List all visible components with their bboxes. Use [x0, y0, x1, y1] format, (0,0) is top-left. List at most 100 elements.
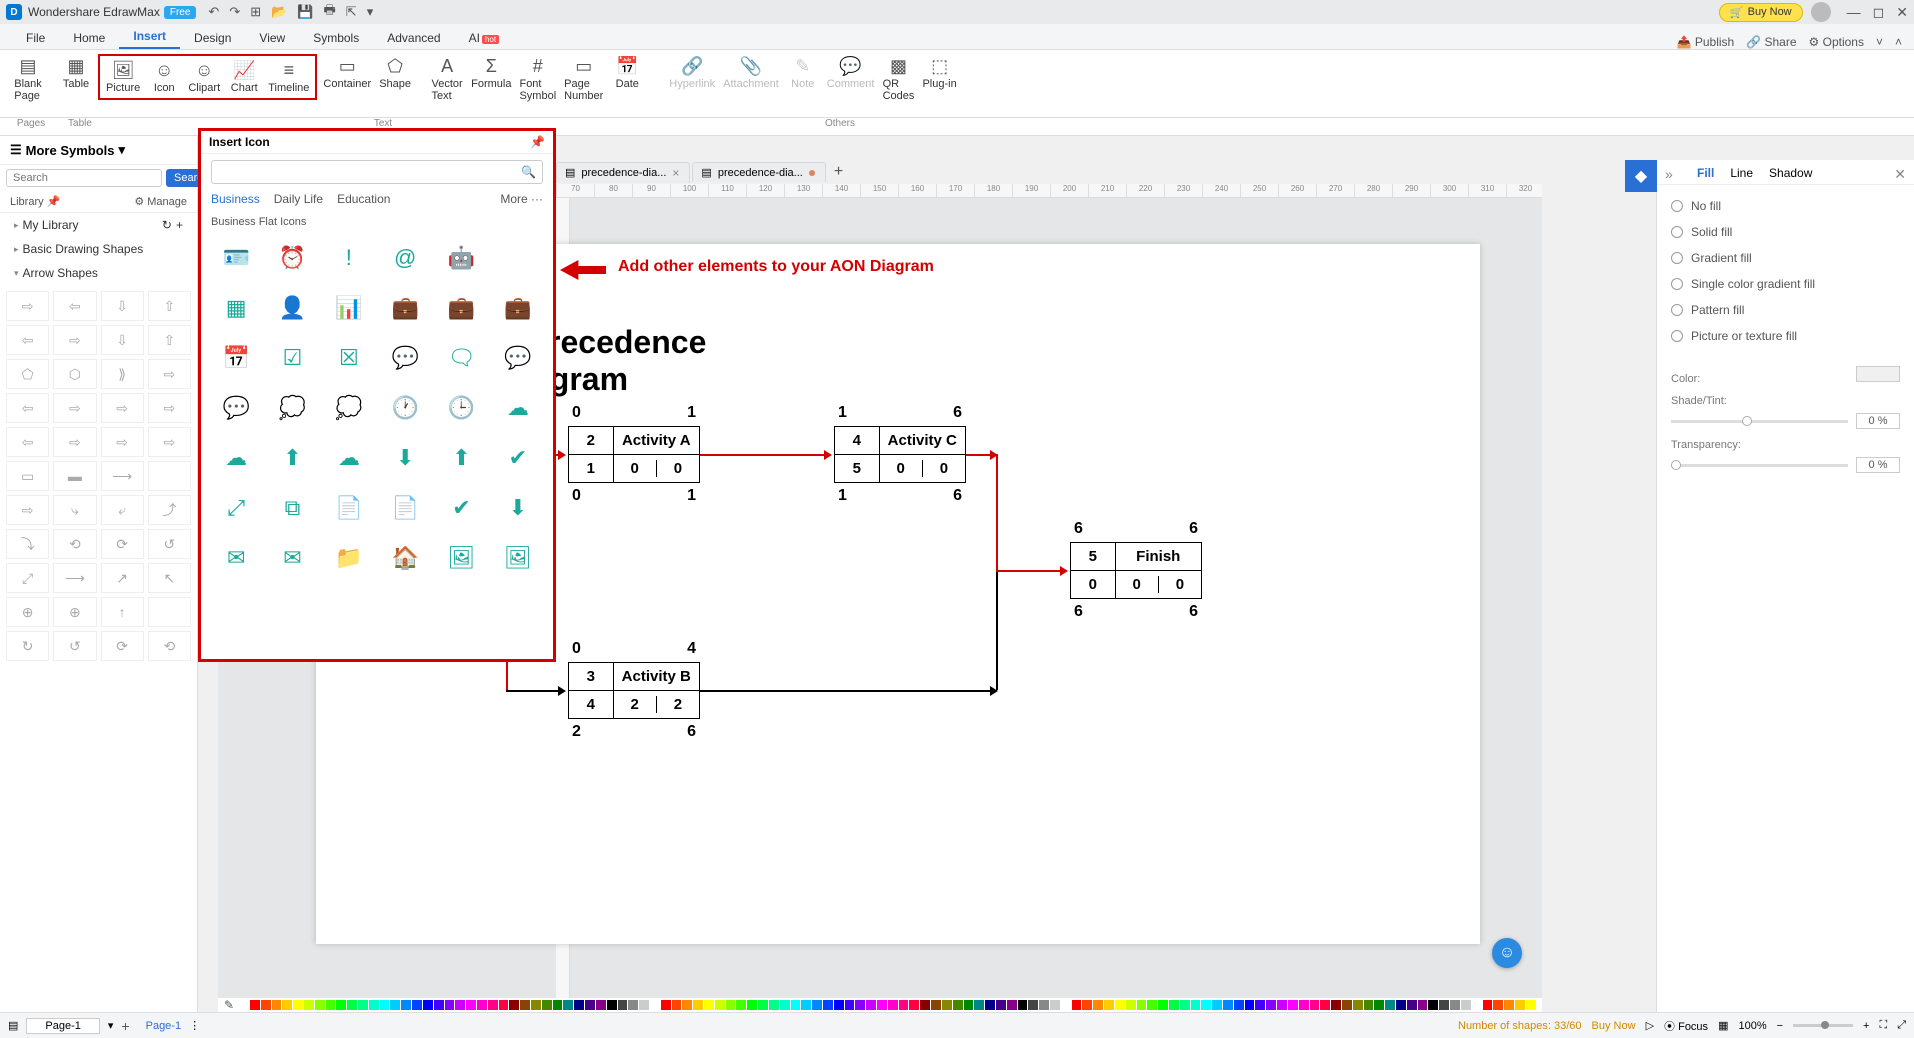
arrow-shape[interactable]: ↖ [148, 563, 191, 593]
arrow-shape[interactable] [148, 597, 191, 627]
arrow-shape[interactable]: ⟳ [101, 529, 144, 559]
color-swatch[interactable] [1093, 1000, 1103, 1010]
arrow-shape[interactable]: ⇨ [6, 291, 49, 321]
icon-cell[interactable]: 🖼 [493, 536, 543, 580]
icon-cell[interactable]: 💬 [380, 336, 430, 380]
icon-cell[interactable]: ✉ [267, 536, 317, 580]
icon-cell[interactable]: 💭 [267, 386, 317, 430]
color-swatch[interactable] [347, 1000, 357, 1010]
color-swatch[interactable] [693, 1000, 703, 1010]
color-swatch[interactable] [1007, 1000, 1017, 1010]
icon-cell[interactable]: 🕒 [436, 386, 486, 430]
tab-shadow[interactable]: Shadow [1769, 166, 1812, 180]
icon-cell[interactable]: ☁ [493, 386, 543, 430]
arrow-shape[interactable]: ⇩ [101, 325, 144, 355]
color-swatch[interactable] [1299, 1000, 1309, 1010]
color-swatch[interactable] [1039, 1000, 1049, 1010]
arrow-shape[interactable]: ⇦ [6, 427, 49, 457]
color-swatch[interactable] [1266, 1000, 1276, 1010]
color-swatch[interactable] [931, 1000, 941, 1010]
color-swatch[interactable] [974, 1000, 984, 1010]
menu-insert[interactable]: Insert [119, 25, 180, 49]
fill-opt-none[interactable]: No fill [1671, 193, 1900, 219]
color-swatch[interactable] [1169, 1000, 1179, 1010]
color-swatch[interactable] [1126, 1000, 1136, 1010]
color-swatch[interactable] [1277, 1000, 1287, 1010]
color-swatch[interactable] [336, 1000, 346, 1010]
icon-cell[interactable]: 💼 [380, 286, 430, 330]
fill-opt-pattern[interactable]: Pattern fill [1671, 297, 1900, 323]
color-swatch[interactable] [1374, 1000, 1384, 1010]
fill-opt-single-gradient[interactable]: Single color gradient fill [1671, 271, 1900, 297]
collapse-ribbon-icon[interactable]: ˅ [1876, 35, 1883, 49]
doc-tab-2[interactable]: ▤precedence-dia... [692, 162, 825, 182]
note-button[interactable]: ✎Note [783, 54, 823, 92]
arrow-shape[interactable]: ↗ [101, 563, 144, 593]
color-swatch[interactable] [715, 1000, 725, 1010]
arrow-shape[interactable]: ⇧ [148, 325, 191, 355]
icon-cell[interactable]: 📄 [324, 486, 374, 530]
arrow-shape[interactable]: ⇨ [53, 427, 96, 457]
color-swatch[interactable] [1050, 1000, 1060, 1010]
color-swatch[interactable] [845, 1000, 855, 1010]
focus-mode-button[interactable]: ⦿ Focus [1664, 1018, 1708, 1034]
menu-file[interactable]: File [12, 27, 59, 49]
basic-shapes-item[interactable]: ▸Basic Drawing Shapes [0, 237, 197, 261]
color-swatch[interactable] [1504, 1000, 1514, 1010]
transparency-slider[interactable] [1671, 464, 1848, 467]
fit-icon[interactable]: ▦ [1718, 1019, 1728, 1032]
arrow-shape[interactable]: ⟶ [53, 563, 96, 593]
date-button[interactable]: 📅Date [607, 54, 647, 92]
maximize-icon[interactable]: ◻ [1873, 4, 1885, 21]
arrow-shape[interactable]: ⟳ [101, 631, 144, 661]
icon-cell[interactable]: ⤢ [211, 486, 261, 530]
color-swatch[interactable] [574, 1000, 584, 1010]
add-tab-button[interactable]: + [834, 163, 843, 181]
color-swatch[interactable] [812, 1000, 822, 1010]
color-swatch[interactable] [953, 1000, 963, 1010]
redo-icon[interactable]: ↷ [229, 4, 240, 20]
icon-cell[interactable]: ! [324, 236, 374, 280]
color-swatch[interactable] [1439, 1000, 1449, 1010]
zoom-in-icon[interactable]: + [1863, 1020, 1869, 1032]
color-swatch[interactable] [758, 1000, 768, 1010]
color-swatch[interactable] [315, 1000, 325, 1010]
collapse-panel-icon[interactable]: » [1665, 166, 1673, 182]
arrow-shape[interactable]: ⇨ [101, 427, 144, 457]
color-swatch[interactable] [866, 1000, 876, 1010]
icon-cell[interactable]: 💼 [493, 286, 543, 330]
color-swatch[interactable] [1245, 1000, 1255, 1010]
icon-cell[interactable]: ⬆ [436, 436, 486, 480]
fill-tool-icon[interactable]: ◆ [1625, 160, 1657, 192]
icon-cell[interactable]: ⬇ [493, 486, 543, 530]
color-swatch[interactable] [1201, 1000, 1211, 1010]
color-swatch[interactable] [1472, 1000, 1482, 1010]
color-swatch[interactable] [553, 1000, 563, 1010]
icon-tab-dailylife[interactable]: Daily Life [274, 192, 323, 206]
arrow-shape[interactable]: ⇧ [148, 291, 191, 321]
color-swatch[interactable] [726, 1000, 736, 1010]
menu-symbols[interactable]: Symbols [299, 27, 373, 49]
color-swatch[interactable] [607, 1000, 617, 1010]
color-swatch[interactable] [1018, 1000, 1028, 1010]
color-swatch[interactable] [380, 1000, 390, 1010]
arrow-shape[interactable]: ⇨ [148, 359, 191, 389]
color-swatch[interactable] [736, 1000, 746, 1010]
zoom-out-icon[interactable]: − [1777, 1020, 1783, 1032]
color-swatch[interactable] [1331, 1000, 1341, 1010]
color-swatch[interactable] [1310, 1000, 1320, 1010]
color-swatch[interactable] [1061, 1000, 1071, 1010]
color-swatch[interactable] [585, 1000, 595, 1010]
tab-line[interactable]: Line [1730, 166, 1753, 180]
color-swatch[interactable] [250, 1000, 260, 1010]
menu-advanced[interactable]: Advanced [373, 27, 454, 49]
color-swatch[interactable] [1342, 1000, 1352, 1010]
color-swatch[interactable] [823, 1000, 833, 1010]
color-swatch[interactable] [1255, 1000, 1265, 1010]
arrow-shape[interactable]: ↻ [6, 631, 49, 661]
color-swatch[interactable] [1483, 1000, 1493, 1010]
color-swatch[interactable] [780, 1000, 790, 1010]
fill-opt-picture[interactable]: Picture or texture fill [1671, 323, 1900, 349]
fit-page-icon[interactable]: ⛶ [1879, 1019, 1887, 1032]
page-dropdown-icon[interactable]: ▾ [108, 1019, 114, 1032]
